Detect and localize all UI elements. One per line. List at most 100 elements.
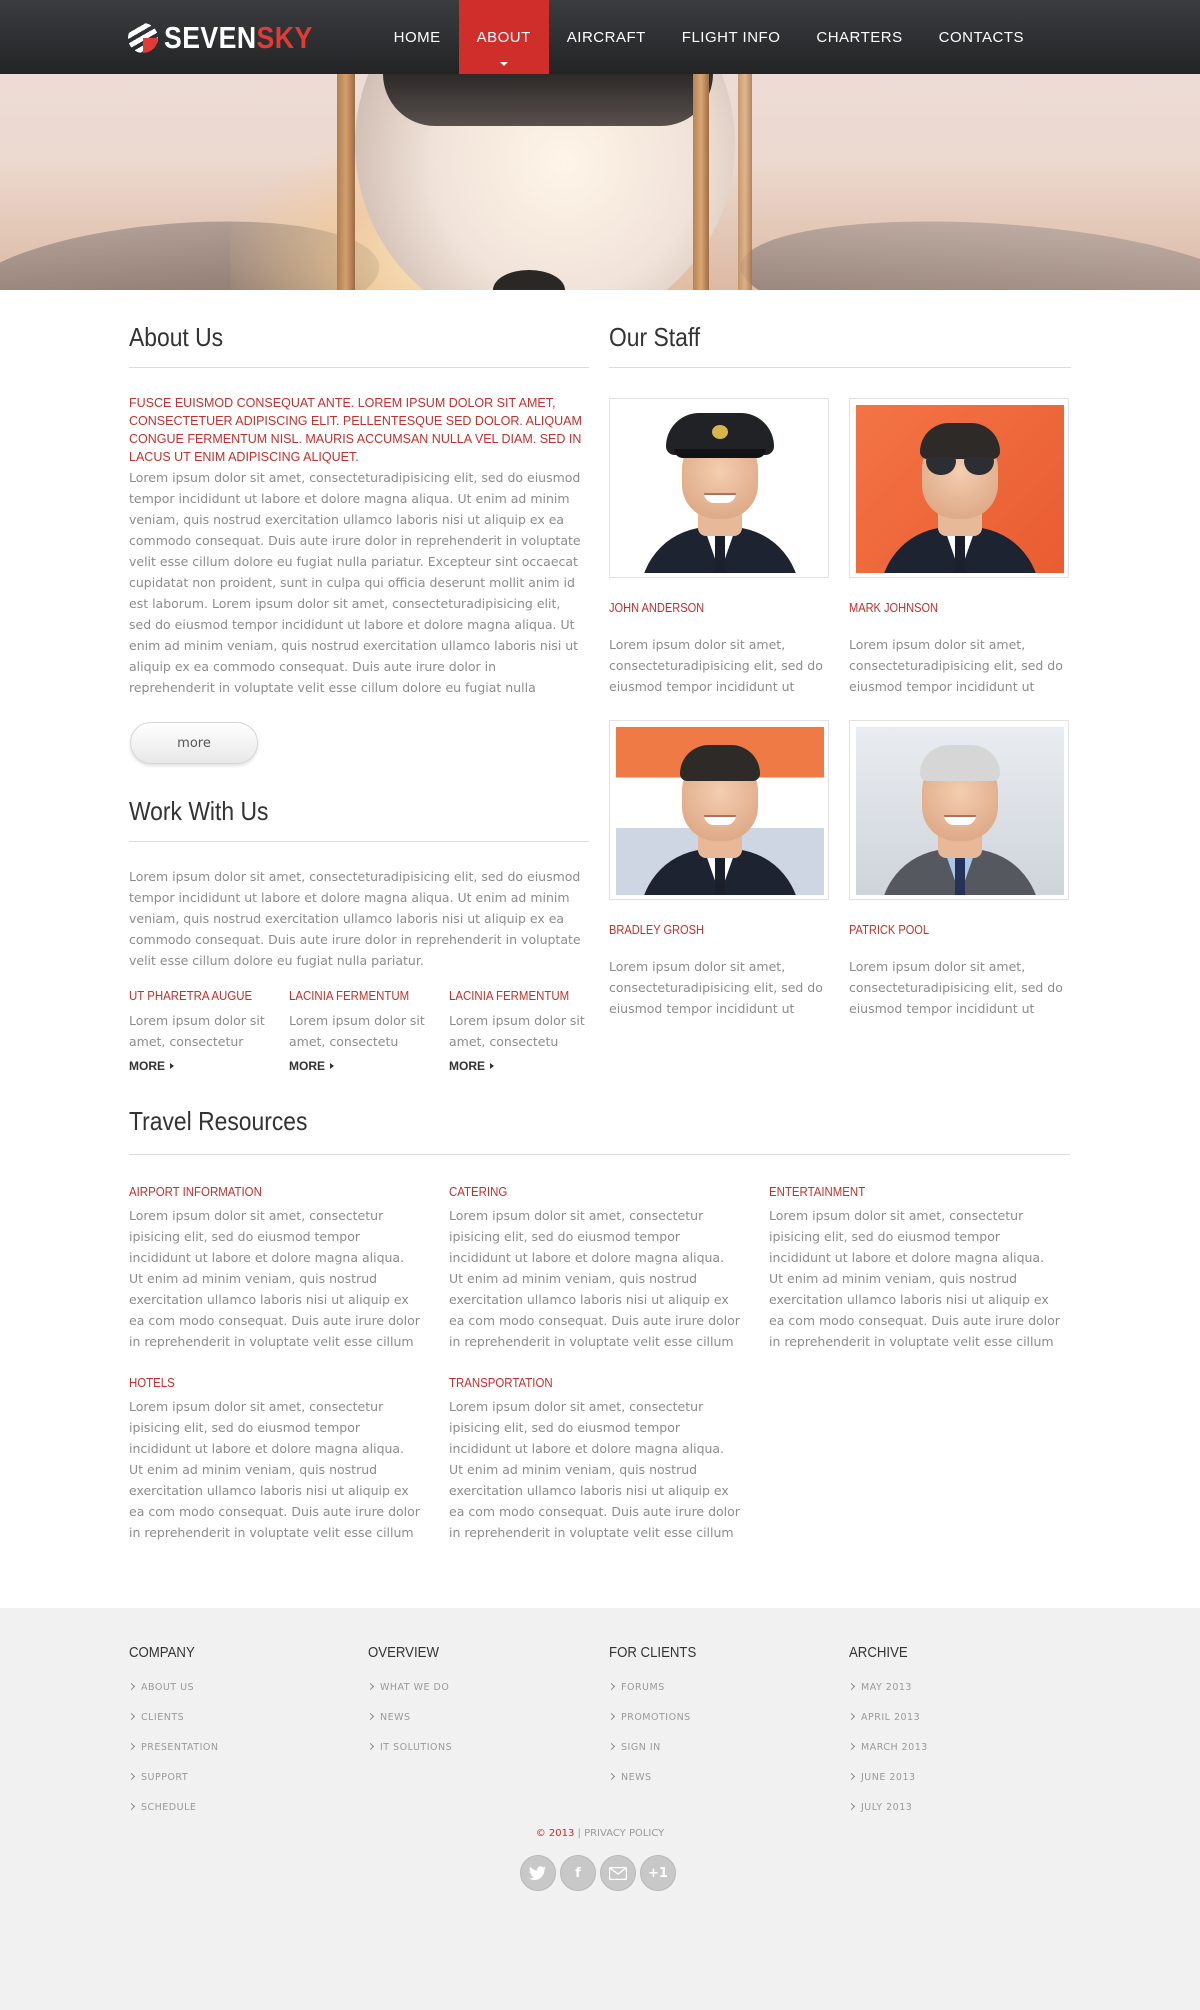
footer-link-label: NEWS xyxy=(621,1772,652,1783)
copyright-line: © 2013 | PRIVACY POLICY xyxy=(0,1828,1200,1839)
chevron-right-icon xyxy=(366,1682,375,1691)
google-plus-icon[interactable]: +1 xyxy=(640,1855,676,1891)
hero-pole-right xyxy=(693,74,709,290)
footer-link-label: FORUMS xyxy=(621,1682,665,1693)
footer-link[interactable]: SCHEDULE xyxy=(127,1802,196,1813)
facebook-icon[interactable]: f xyxy=(560,1855,596,1891)
footer-link-label: ABOUT US xyxy=(141,1682,195,1693)
work-body: Lorem ipsum dolor sit amet, consectetura… xyxy=(129,869,581,968)
nav-charters[interactable]: CHARTERS xyxy=(798,0,920,74)
travel-item-3-heading[interactable]: ENTERTAINMENT xyxy=(769,1184,865,1199)
footer-link[interactable]: SIGN IN xyxy=(607,1742,661,1753)
arrow-right-icon xyxy=(170,1063,174,1069)
staff-photo-image xyxy=(856,727,1064,895)
travel-item-2-heading[interactable]: CATERING xyxy=(449,1184,507,1199)
logo-text-first: SEVEN xyxy=(164,20,257,55)
copyright-year: © 2013 xyxy=(535,1828,575,1839)
hair xyxy=(680,745,760,781)
site-logo[interactable]: SEVENSKY xyxy=(128,18,337,58)
staff-photo-image xyxy=(616,727,824,895)
footer-link[interactable]: WHAT WE DO xyxy=(366,1682,450,1693)
staff-text-2: Lorem ipsum dolor sit amet, consectetura… xyxy=(849,637,1063,694)
google-plus-glyph: +1 xyxy=(648,1865,668,1881)
footer-link[interactable]: NEWS xyxy=(607,1772,652,1783)
chevron-right-icon xyxy=(366,1742,375,1751)
footer-link[interactable]: IT SOLUTIONS xyxy=(366,1742,452,1753)
footer-link-label: MAY 2013 xyxy=(861,1682,912,1693)
staff-title: Our Staff xyxy=(609,322,701,352)
mail-icon[interactable] xyxy=(600,1855,636,1891)
travel-item-4-heading[interactable]: HOTELS xyxy=(129,1375,175,1390)
footer-link[interactable]: APRIL 2013 xyxy=(847,1712,920,1723)
travel-item-1-heading[interactable]: AIRPORT INFORMATION xyxy=(129,1184,262,1199)
chevron-right-icon xyxy=(607,1772,616,1781)
envelope-glyph xyxy=(609,1866,627,1880)
privacy-policy-link[interactable]: PRIVACY POLICY xyxy=(584,1828,664,1839)
nav-about[interactable]: ABOUT xyxy=(458,0,549,74)
smile xyxy=(944,815,976,825)
work-col-3-more-label: MORE xyxy=(449,1059,485,1073)
footer-link[interactable]: PRESENTATION xyxy=(127,1742,219,1753)
tie xyxy=(715,533,725,573)
work-col-1-more-link[interactable]: MORE xyxy=(129,1059,174,1073)
footer-link-label: PRESENTATION xyxy=(141,1742,219,1753)
footer-link[interactable]: PROMOTIONS xyxy=(607,1712,691,1723)
staff-name-1[interactable]: JOHN ANDERSON xyxy=(609,600,704,615)
footer-link[interactable]: ABOUT US xyxy=(127,1682,195,1693)
footer-link[interactable]: CLIENTS xyxy=(127,1712,185,1723)
about-body: Lorem ipsum dolor sit amet, consectetura… xyxy=(129,470,581,695)
staff-name-2[interactable]: MARK JOHNSON xyxy=(849,600,938,615)
work-col-1-text: Lorem ipsum dolor sit amet, consectetur xyxy=(129,1013,265,1049)
footer-link-label: WHAT WE DO xyxy=(380,1682,450,1693)
footer-link-label: NEWS xyxy=(380,1712,411,1723)
twitter-bird-glyph xyxy=(529,1865,546,1880)
travel-item-1-text: Lorem ipsum dolor sit amet, consectetur … xyxy=(129,1208,420,1349)
twitter-icon[interactable] xyxy=(520,1855,556,1891)
travel-item-5-heading[interactable]: TRANSPORTATION xyxy=(449,1375,553,1390)
cap-badge-icon xyxy=(712,425,728,439)
footer-heading-archive: ARCHIVE xyxy=(849,1644,908,1661)
work-col-1-heading: UT PHARETRA AUGUE xyxy=(129,988,253,1003)
footer-link-label: SUPPORT xyxy=(141,1772,189,1783)
footer-link[interactable]: FORUMS xyxy=(607,1682,665,1693)
footer-link[interactable]: MARCH 2013 xyxy=(847,1742,928,1753)
staff-photo-patrick-pool[interactable] xyxy=(849,720,1069,900)
hair xyxy=(920,423,1000,459)
nav-contacts[interactable]: CONTACTS xyxy=(921,0,1042,74)
staff-photo-john-anderson[interactable] xyxy=(609,398,829,578)
travel-item-5-text: Lorem ipsum dolor sit amet, consectetur … xyxy=(449,1399,740,1540)
chevron-right-icon xyxy=(127,1712,136,1721)
chevron-right-icon xyxy=(127,1742,136,1751)
logo-text: SEVENSKY xyxy=(164,20,313,56)
nav-flight-info[interactable]: FLIGHT INFO xyxy=(664,0,799,74)
staff-divider xyxy=(609,367,1071,368)
tie xyxy=(715,855,725,895)
copyright-separator: | xyxy=(574,1828,585,1839)
footer-link[interactable]: MAY 2013 xyxy=(847,1682,912,1693)
work-col-2-more-link[interactable]: MORE xyxy=(289,1059,334,1073)
work-col-3-more-link[interactable]: MORE xyxy=(449,1059,494,1073)
hero-banner xyxy=(0,74,1200,290)
footer-link[interactable]: JULY 2013 xyxy=(847,1802,912,1813)
travel-title: Travel Resources xyxy=(129,1106,308,1136)
staff-photo-bradley-grosh[interactable] xyxy=(609,720,829,900)
nav-home[interactable]: HOME xyxy=(376,0,459,74)
staff-photo-image xyxy=(616,405,824,573)
staff-photo-mark-johnson[interactable] xyxy=(849,398,1069,578)
about-more-button[interactable]: more xyxy=(130,722,258,764)
footer-heading-overview: OVERVIEW xyxy=(368,1644,439,1661)
about-intro: FUSCE EUISMOD CONSEQUAT ANTE. LOREM IPSU… xyxy=(129,396,582,464)
footer-link[interactable]: JUNE 2013 xyxy=(847,1772,916,1783)
staff-name-4[interactable]: PATRICK POOL xyxy=(849,922,929,937)
work-col-1-more-label: MORE xyxy=(129,1059,165,1073)
nav-aircraft[interactable]: AIRCRAFT xyxy=(549,0,664,74)
footer-link[interactable]: SUPPORT xyxy=(127,1772,189,1783)
footer-link-label: CLIENTS xyxy=(141,1712,185,1723)
staff-name-3[interactable]: BRADLEY GROSH xyxy=(609,922,704,937)
about-title: About Us xyxy=(129,322,224,352)
tie xyxy=(955,855,965,895)
main-nav: HOME ABOUT AIRCRAFT FLIGHT INFO CHARTERS… xyxy=(376,0,1042,74)
logo-mark-icon xyxy=(128,23,158,53)
footer-link[interactable]: NEWS xyxy=(366,1712,411,1723)
social-links: f +1 xyxy=(520,1855,680,1891)
